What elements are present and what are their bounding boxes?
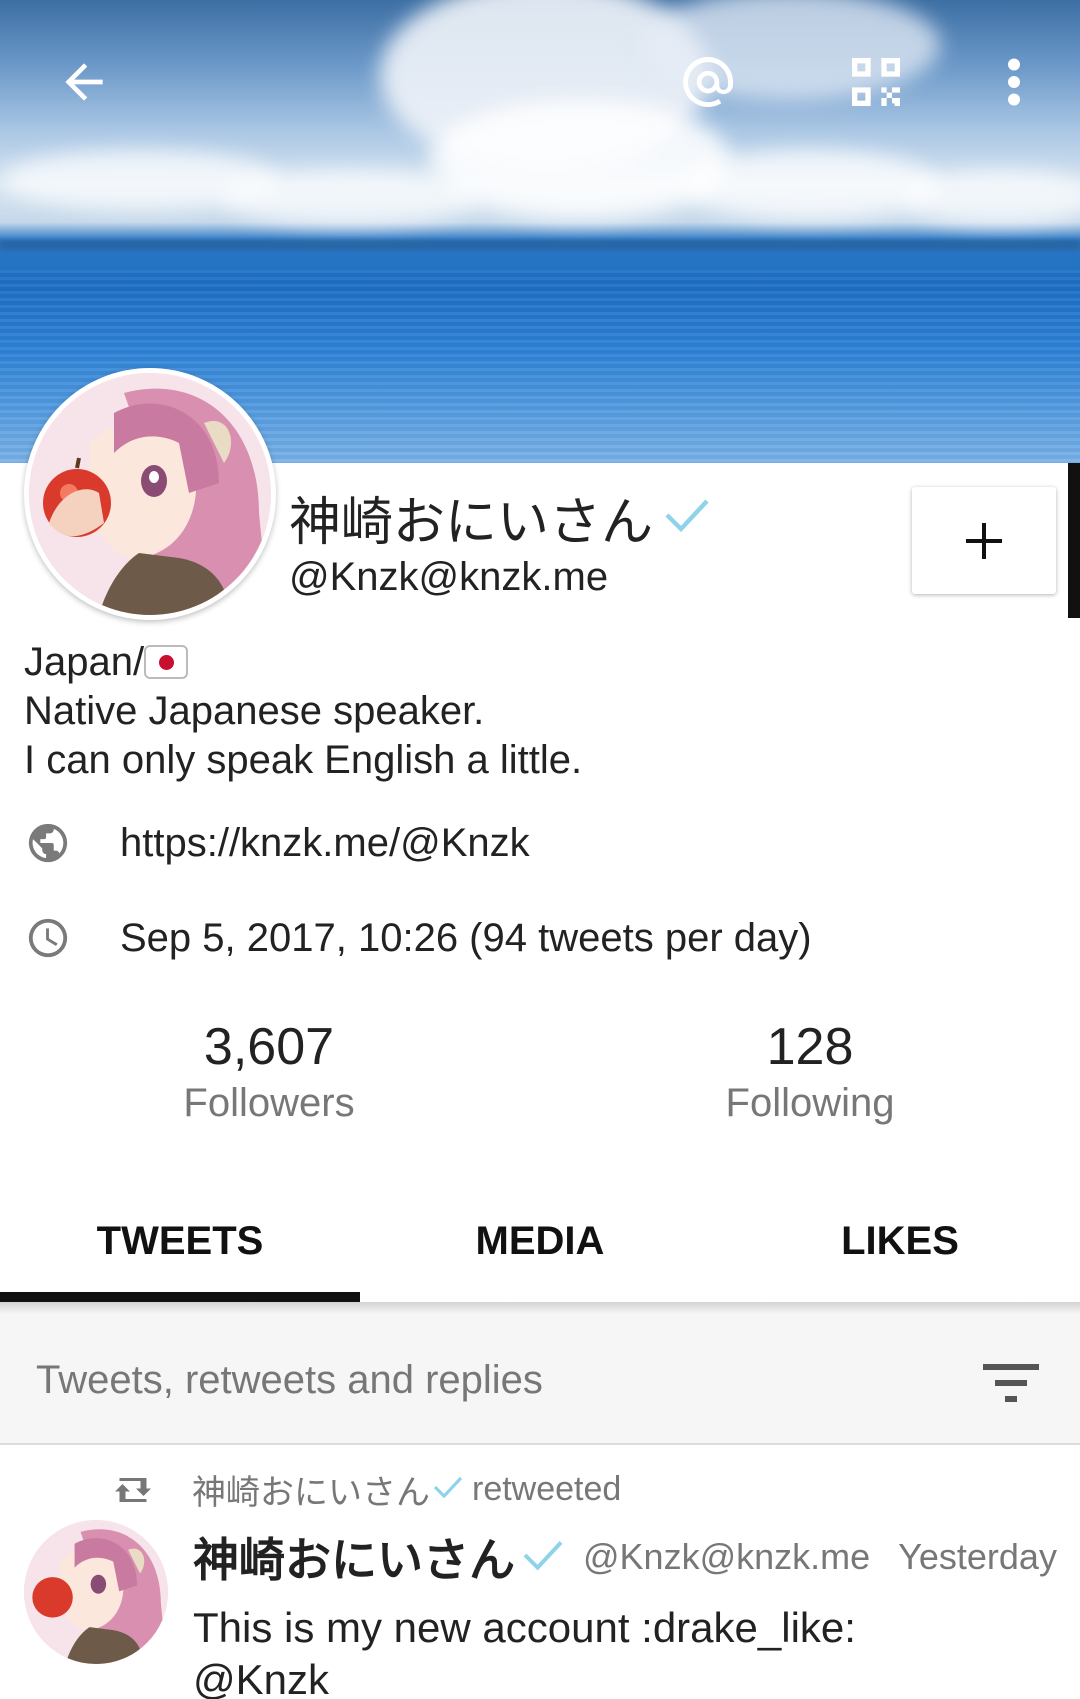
account-handle: @Knzk@knzk.me	[289, 555, 609, 599]
post-header: 神崎おにいさん @Knzk@knzk.me Yesterday	[193, 1524, 1057, 1590]
more-menu-button[interactable]	[970, 38, 1058, 126]
plus-icon	[966, 522, 1002, 559]
verified-check-icon	[663, 488, 711, 548]
clock-icon	[24, 914, 72, 962]
tabs-shadow	[0, 1302, 1080, 1314]
bio-line-1: Japan/	[24, 638, 582, 687]
at-sign-icon	[683, 57, 733, 107]
back-button[interactable]	[40, 38, 128, 126]
joined-row: Sep 5, 2017, 10:26 (94 tweets per day)	[24, 914, 812, 962]
profile-bio: Japan/ Native Japanese speaker. I can on…	[24, 638, 582, 785]
retweet-icon	[110, 1472, 158, 1508]
post-content: This is my new account :drake_like: @Knz…	[193, 1602, 856, 1699]
followers-stat[interactable]: 3,607 Followers	[119, 1017, 419, 1126]
display-name: 神崎おにいさん	[289, 480, 711, 555]
tab-tweets[interactable]: TWEETS	[0, 1180, 360, 1302]
tab-media[interactable]: MEDIA	[360, 1180, 720, 1302]
qr-code-icon	[852, 58, 900, 106]
avatar[interactable]	[24, 368, 276, 620]
post-timestamp[interactable]: Yesterday	[898, 1536, 1057, 1578]
bio-line-3: I can only speak English a little.	[24, 738, 583, 782]
joined-text: Sep 5, 2017, 10:26 (94 tweets per day)	[120, 915, 812, 960]
arrow-left-icon	[65, 63, 103, 101]
bio-line-2: Native Japanese speaker.	[24, 689, 485, 733]
retweeter-name[interactable]: 神崎おにいさん	[192, 1465, 430, 1514]
filter-label: Tweets, retweets and replies	[36, 1358, 543, 1402]
japan-flag-emoji	[144, 645, 189, 679]
followers-count: 3,607	[203, 1018, 335, 1076]
website-row[interactable]: https://knzk.me/@Knzk	[24, 819, 530, 867]
following-count: 128	[766, 1018, 854, 1076]
qr-code-button[interactable]	[832, 38, 920, 126]
retweet-indicator: 神崎おにいさん retweeted	[110, 1465, 621, 1514]
mention-button[interactable]	[664, 38, 752, 126]
scroll-edge-indicator	[1068, 463, 1080, 618]
filter-icon[interactable]	[975, 1352, 1047, 1412]
followers-label: Followers	[183, 1081, 355, 1125]
follow-button[interactable]	[912, 487, 1056, 594]
timeline-filter-bar: Tweets, retweets and replies	[0, 1302, 1080, 1445]
tab-likes[interactable]: LIKES	[720, 1180, 1080, 1302]
avatar-image	[29, 373, 271, 615]
post-author-name[interactable]: 神崎おにいさん	[193, 1524, 515, 1590]
post-mention-link[interactable]: @Knzk	[193, 1654, 856, 1699]
more-vertical-icon	[1008, 58, 1020, 106]
retweeted-label: retweeted	[472, 1470, 622, 1508]
verified-check-icon	[521, 1537, 565, 1578]
globe-icon	[24, 819, 72, 867]
post-text: This is my new account :drake_like:	[193, 1604, 856, 1651]
post-author-handle[interactable]: @Knzk@knzk.me	[583, 1536, 870, 1578]
profile-tabs: TWEETS MEDIA LIKES	[0, 1180, 1080, 1302]
verified-check-icon	[432, 1470, 464, 1509]
display-name-text: 神崎おにいさん	[289, 493, 654, 553]
post-avatar[interactable]	[24, 1520, 168, 1664]
website-link[interactable]: https://knzk.me/@Knzk	[120, 821, 530, 866]
following-label: Following	[725, 1081, 895, 1125]
following-stat[interactable]: 128 Following	[660, 1017, 960, 1126]
